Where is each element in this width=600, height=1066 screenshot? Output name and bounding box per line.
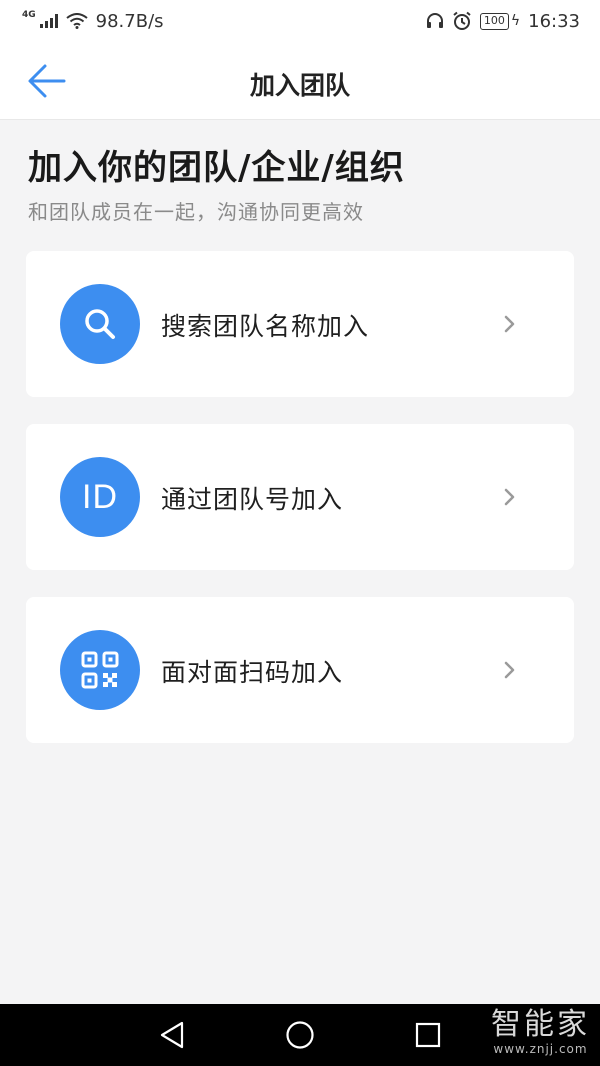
signal-icon: [39, 14, 58, 28]
join-heading: 加入你的团队/企业/组织: [28, 148, 405, 188]
system-nav-bar: 智能家 www.znjj.com: [0, 1004, 600, 1066]
battery-icon: 100: [479, 12, 509, 30]
triangle-back-icon: [160, 1021, 184, 1049]
chevron-right-icon: [504, 315, 515, 333]
id-icon: ID: [60, 457, 140, 537]
headphones-icon: [426, 13, 443, 28]
app-header: 加入团队: [0, 42, 600, 120]
search-icon: [60, 284, 140, 364]
nav-recent-button[interactable]: [414, 1020, 442, 1054]
join-subtitle: 和团队成员在一起，沟通协同更高效: [28, 200, 364, 224]
status-bar: 4G 98.7B/s 100 ϟ 16:33: [0, 0, 600, 42]
watermark: 智能家 www.znjj.com: [491, 1007, 590, 1057]
nav-home-button[interactable]: [285, 1020, 315, 1054]
charging-icon: ϟ: [510, 13, 521, 29]
clock: 16:33: [528, 10, 580, 32]
qr-scan-option[interactable]: 面对面扫码加入: [26, 597, 574, 743]
search-team-option[interactable]: 搜索团队名称加入: [26, 251, 574, 397]
chevron-right-icon: [504, 661, 515, 679]
qr-code-icon: [60, 630, 140, 710]
watermark-logo: 智能家: [491, 1007, 590, 1042]
page-title: 加入团队: [249, 71, 350, 100]
option-label: 面对面扫码加入: [161, 658, 344, 687]
nav-back-button[interactable]: [158, 1020, 186, 1054]
option-label: 通过团队号加入: [161, 485, 344, 514]
wifi-icon: [66, 13, 88, 29]
alarm-icon: [453, 11, 471, 30]
id-icon-text: ID: [82, 477, 118, 516]
team-id-option[interactable]: ID 通过团队号加入: [26, 424, 574, 570]
network-type: 4G: [22, 10, 36, 20]
watermark-url: www.znjj.com: [493, 1042, 588, 1056]
network-speed: 98.7B/s: [95, 10, 164, 32]
square-recent-icon: [415, 1022, 441, 1048]
status-right: 100 ϟ 16:33: [426, 11, 580, 32]
status-left: 4G 98.7B/s: [22, 10, 164, 32]
option-label: 搜索团队名称加入: [161, 312, 370, 341]
chevron-right-icon: [504, 488, 515, 506]
circle-home-icon: [286, 1021, 314, 1049]
